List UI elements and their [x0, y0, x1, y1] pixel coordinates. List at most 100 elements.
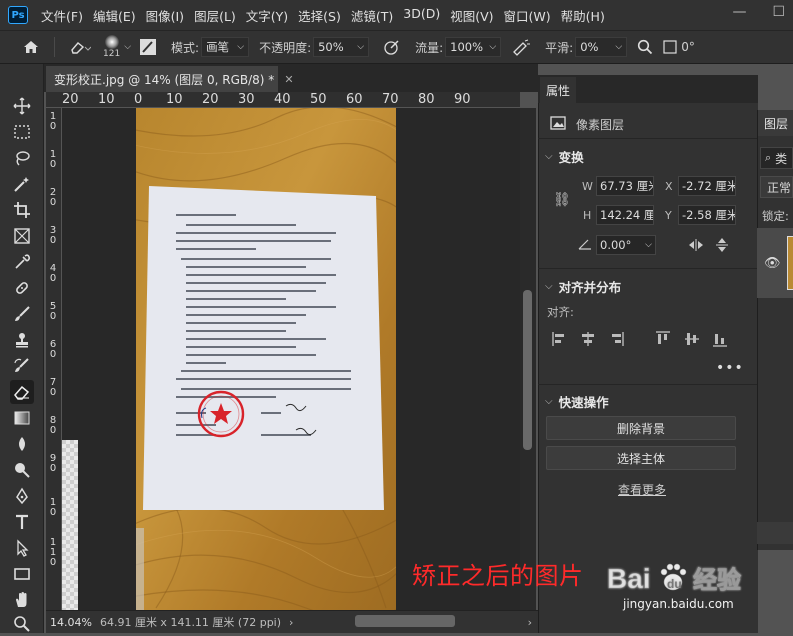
eyedropper-tool-icon[interactable]	[10, 250, 34, 274]
ruler-label: 10	[166, 92, 183, 107]
brush-preset-picker[interactable]: 121	[103, 35, 120, 59]
airbrush-icon[interactable]	[511, 38, 531, 56]
menu-type[interactable]: 文字(Y)	[241, 6, 293, 25]
flip-horizontal-icon[interactable]	[688, 238, 704, 255]
dodge-tool-icon[interactable]	[10, 458, 34, 482]
marquee-tool-icon[interactable]	[10, 120, 34, 144]
ruler-label: 10	[98, 92, 115, 107]
menu-help[interactable]: 帮助(H)	[556, 6, 610, 25]
ruler-label: 0	[49, 507, 57, 518]
menu-image[interactable]: 图像(I)	[141, 6, 189, 25]
home-icon[interactable]	[22, 38, 40, 56]
select-subject-button[interactable]: 选择主体	[546, 446, 736, 470]
chevron-down-icon[interactable]: ⌵	[124, 42, 131, 52]
width-field[interactable]: 67.73 厘米	[596, 176, 654, 196]
tab-properties[interactable]: 属性	[540, 77, 576, 103]
document-tab-title: 变形校正.jpg @ 14% (图层 0, RGB/8) *	[54, 72, 275, 87]
pixel-layer-icon	[550, 116, 566, 133]
chevron-down-icon: ⌵	[545, 281, 553, 292]
align-horizontal-center-icon[interactable]	[580, 331, 596, 347]
layer-filter-search[interactable]: ⌕ 类	[760, 147, 793, 169]
menu-layer[interactable]: 图层(L)	[189, 6, 241, 25]
brush-tool-icon[interactable]	[10, 302, 34, 326]
rectangle-tool-icon[interactable]	[10, 562, 34, 586]
search-icon[interactable]	[637, 39, 653, 55]
menu-file[interactable]: 文件(F)	[36, 6, 88, 25]
eraser-tool-icon[interactable]	[10, 380, 34, 404]
menu-filter[interactable]: 滤镜(T)	[346, 6, 398, 25]
y-field[interactable]: -2.58 厘米	[678, 205, 736, 225]
link-icon[interactable]: ⛓	[553, 192, 571, 208]
rotation-field[interactable]: 0.00° ⌵	[596, 235, 656, 255]
eraser-tool-preset-icon[interactable]	[69, 39, 91, 55]
move-tool-icon[interactable]	[10, 94, 34, 118]
document-image[interactable]	[136, 108, 396, 610]
x-field[interactable]: -2.72 厘米	[678, 176, 736, 196]
magic-wand-tool-icon[interactable]	[10, 172, 34, 196]
hand-tool-icon[interactable]	[10, 588, 34, 612]
clone-stamp-tool-icon[interactable]	[10, 328, 34, 352]
transform-section-title[interactable]: ⌵ 变换	[545, 147, 584, 166]
eye-visibility-icon[interactable]: 👁	[764, 256, 781, 271]
ruler-label: 0	[134, 92, 143, 107]
align-vertical-center-icon[interactable]	[684, 331, 700, 347]
lasso-tool-icon[interactable]	[10, 146, 34, 170]
rotation-value: 0.00°	[600, 238, 632, 252]
blur-tool-icon[interactable]	[10, 432, 34, 456]
more-options-icon[interactable]: •••	[716, 360, 744, 376]
transform-title-text: 变换	[558, 150, 584, 165]
flip-vertical-icon[interactable]	[715, 237, 729, 256]
frame-tool-icon[interactable]	[10, 224, 34, 248]
pressure-opacity-icon[interactable]	[383, 38, 401, 56]
menu-select[interactable]: 选择(S)	[293, 6, 346, 25]
history-brush-tool-icon[interactable]	[10, 354, 34, 378]
remove-background-button[interactable]: 删除背景	[546, 416, 736, 440]
minimize-icon[interactable]: —	[732, 4, 746, 20]
quick-actions-section-title[interactable]: ⌵ 快速操作	[545, 392, 609, 411]
menu-3d[interactable]: 3D(D)	[398, 6, 445, 25]
ruler-label: 0	[49, 557, 57, 568]
mode-select[interactable]: 画笔 ⌵	[201, 37, 250, 57]
close-tab-icon[interactable]: ✕	[284, 73, 293, 86]
height-field[interactable]: 142.24 厘米	[596, 205, 654, 225]
crop-tool-icon[interactable]	[10, 198, 34, 222]
align-left-icon[interactable]	[552, 331, 568, 347]
maximize-icon[interactable]: ☐	[772, 4, 785, 20]
ruler-label: 40	[274, 92, 291, 107]
layer-row[interactable]: 👁	[757, 228, 793, 298]
healing-brush-tool-icon[interactable]	[10, 276, 34, 300]
chevron-right-icon[interactable]: ›	[528, 616, 532, 629]
ruler-label: 0	[49, 463, 57, 474]
path-selection-tool-icon[interactable]	[10, 536, 34, 560]
options-bar: 121 ⌵ 模式: 画笔 ⌵ 不透明度: 50% ⌵ 流量: 100% ⌵ 平滑: 0…	[0, 30, 793, 64]
see-more-link[interactable]: 查看更多	[618, 481, 666, 498]
soft-brush-icon	[104, 35, 119, 49]
align-right-icon[interactable]	[608, 331, 624, 347]
zoom-level[interactable]: 14.04%	[50, 616, 92, 629]
x-label: X	[665, 180, 673, 193]
align-bottom-icon[interactable]	[712, 331, 728, 347]
pen-tool-icon[interactable]	[10, 484, 34, 508]
vertical-scrollbar-thumb[interactable]	[523, 290, 532, 450]
ruler-label: 20	[62, 92, 79, 107]
blend-mode-select[interactable]: 正常	[760, 176, 793, 198]
angle-icon	[663, 40, 677, 54]
smoothing-field[interactable]: 0% ⌵	[575, 37, 628, 57]
tab-layers[interactable]: 图层	[758, 110, 793, 136]
chevron-right-icon[interactable]: ›	[289, 616, 293, 629]
menu-view[interactable]: 视图(V)	[445, 6, 498, 25]
angle-value[interactable]: 0°	[681, 40, 695, 54]
align-section-title[interactable]: ⌵ 对齐并分布	[545, 277, 621, 296]
chevron-down-icon: ⌵	[237, 42, 245, 52]
zoom-tool-icon[interactable]	[10, 612, 34, 636]
menu-edit[interactable]: 编辑(E)	[88, 6, 141, 25]
type-tool-icon[interactable]	[10, 510, 34, 534]
document-tab[interactable]: 变形校正.jpg @ 14% (图层 0, RGB/8) * ✕	[46, 66, 294, 92]
gradient-tool-icon[interactable]	[10, 406, 34, 430]
opacity-field[interactable]: 50% ⌵	[313, 37, 370, 57]
brush-settings-icon[interactable]	[139, 38, 157, 56]
horizontal-scrollbar-thumb[interactable]	[355, 615, 455, 627]
flow-field[interactable]: 100% ⌵	[445, 37, 502, 57]
menu-window[interactable]: 窗口(W)	[499, 6, 556, 25]
align-top-icon[interactable]	[655, 331, 671, 347]
